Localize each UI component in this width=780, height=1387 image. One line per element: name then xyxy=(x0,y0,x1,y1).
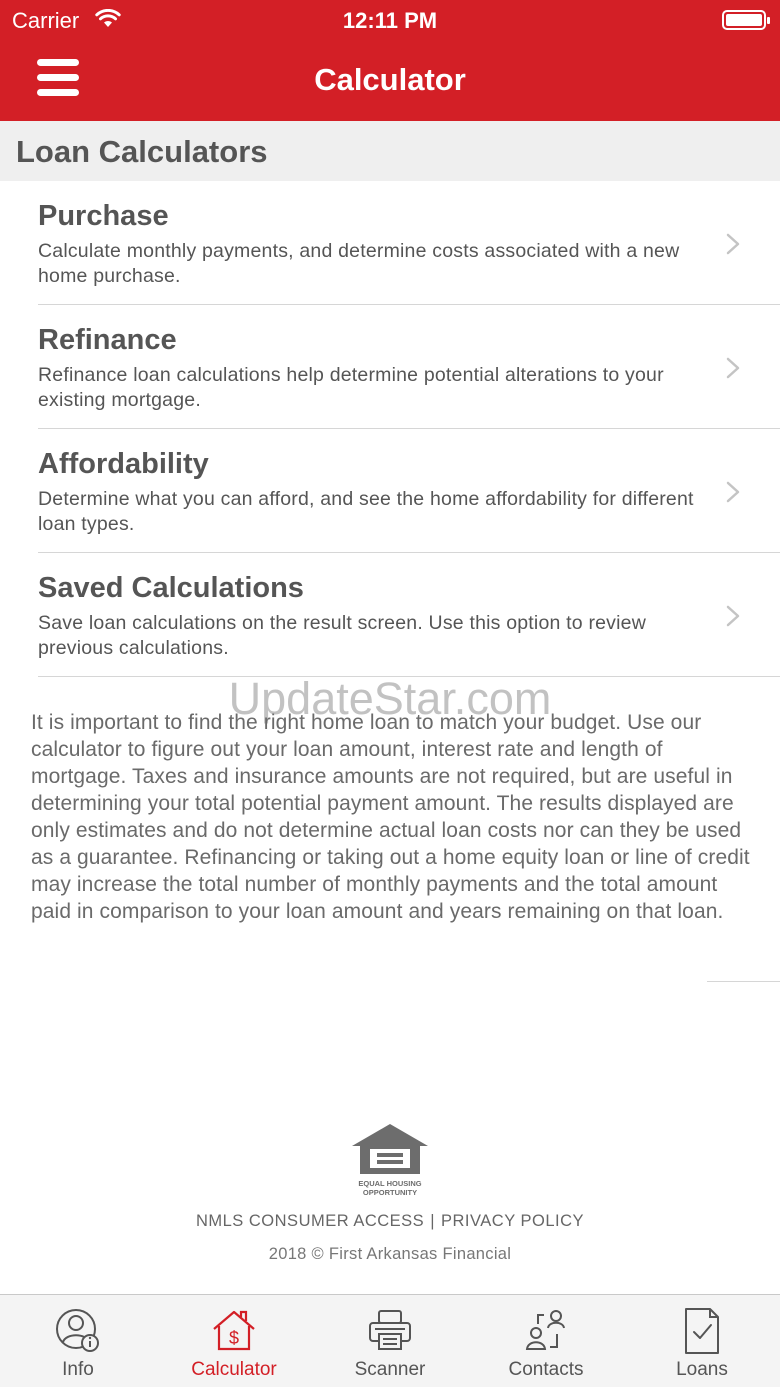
menu-item-refinance[interactable]: Refinance Refinance loan calculations he… xyxy=(0,305,780,429)
menu-item-purchase[interactable]: Purchase Calculate monthly payments, and… xyxy=(0,181,780,305)
disclaimer-text: It is important to find the right home l… xyxy=(31,711,750,923)
chevron-right-icon xyxy=(726,605,740,627)
privacy-policy-link[interactable]: PRIVACY POLICY xyxy=(441,1212,584,1230)
tab-label: Info xyxy=(62,1359,94,1380)
equal-housing-logo-icon: EQUAL HOUSING OPPORTUNITY xyxy=(352,1124,428,1197)
footer-links: NMLS CONSUMER ACCESS | PRIVACY POLICY xyxy=(0,1212,780,1231)
chevron-right-icon xyxy=(726,233,740,255)
tab-label: Scanner xyxy=(354,1359,426,1380)
tab-loans[interactable]: Loans xyxy=(624,1295,780,1387)
nav-bar: Calculator xyxy=(0,40,780,121)
menu-item-title: Saved Calculations xyxy=(38,572,304,604)
status-bar: Carrier 12:11 PM xyxy=(0,0,780,40)
tab-scanner[interactable]: Scanner xyxy=(312,1295,468,1387)
contacts-icon xyxy=(525,1310,565,1350)
section-header-title: Loan Calculators xyxy=(16,134,268,169)
tab-calculator[interactable]: $ Calculator xyxy=(156,1295,312,1387)
chevron-right-icon xyxy=(726,357,740,379)
printer-icon xyxy=(369,1310,411,1350)
menu-item-description: Determine what you can afford, and see t… xyxy=(38,488,694,535)
menu-item-description: Calculate monthly payments, and determin… xyxy=(38,240,680,287)
logo-line2: OPPORTUNITY xyxy=(363,1188,417,1197)
menu-item-title: Purchase xyxy=(38,200,169,232)
tab-label: Loans xyxy=(676,1359,728,1380)
battery-icon xyxy=(722,10,770,30)
divider xyxy=(707,981,780,982)
tab-label: Calculator xyxy=(191,1359,277,1380)
tab-info[interactable]: Info xyxy=(0,1295,156,1387)
chevron-right-icon xyxy=(726,481,740,503)
copyright-text: 2018 © First Arkansas Financial xyxy=(268,1245,512,1263)
menu-item-description: Refinance loan calculations help determi… xyxy=(38,364,664,411)
tab-label: Contacts xyxy=(508,1359,584,1380)
menu-item-saved-calculations[interactable]: Saved Calculations Save loan calculation… xyxy=(0,553,780,677)
document-check-icon xyxy=(685,1308,719,1354)
menu-item-affordability[interactable]: Affordability Determine what you can aff… xyxy=(0,429,780,553)
tab-contacts[interactable]: Contacts xyxy=(468,1295,624,1387)
menu-item-title: Refinance xyxy=(38,324,177,356)
nmls-consumer-access-link[interactable]: NMLS CONSUMER ACCESS xyxy=(196,1212,424,1230)
house-dollar-icon: $ xyxy=(213,1310,255,1351)
menu-item-title: Affordability xyxy=(38,448,209,480)
page-title: Calculator xyxy=(314,62,466,97)
logo-line1: EQUAL HOUSING xyxy=(358,1179,421,1188)
footer-separator: | xyxy=(430,1212,435,1230)
svg-text:$: $ xyxy=(229,1328,239,1348)
info-person-icon xyxy=(56,1309,99,1352)
tab-bar: Info $ Calculator Scanner Contacts Loans xyxy=(0,1294,780,1387)
status-time: 12:11 PM xyxy=(342,8,438,33)
menu-item-description: Save loan calculations on the result scr… xyxy=(38,612,646,659)
section-header: Loan Calculators xyxy=(0,121,780,181)
